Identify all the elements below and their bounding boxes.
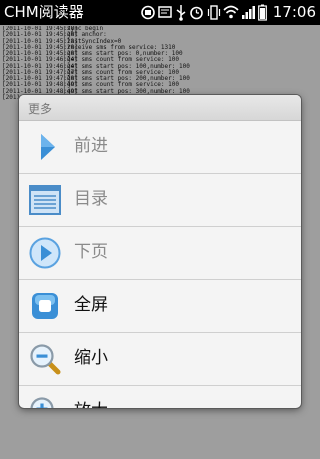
app-title: CHM阅读器 (4, 3, 84, 21)
menu-header: 更多 (19, 95, 301, 121)
usb-icon (176, 5, 186, 21)
status-bar: CHM阅读器 17:06 (0, 0, 320, 25)
sms-icon (158, 6, 172, 18)
wifi-icon (223, 5, 239, 19)
signal-icon (242, 6, 255, 19)
clock: 17:06 (272, 3, 316, 21)
more-menu-dialog: 更多 前进 目录 下页 全屏 缩小 (19, 95, 301, 408)
menu-item-zoom-out[interactable]: 缩小 (19, 333, 301, 386)
menu-item-toc[interactable]: 目录 (19, 174, 301, 227)
menu-item-label: 缩小 (74, 348, 108, 368)
menu-item-label: 目录 (74, 189, 108, 209)
next-page-icon (29, 237, 61, 269)
notification-icon (141, 5, 155, 20)
menu-item-label: 全屏 (74, 295, 108, 315)
fullscreen-icon (32, 293, 58, 319)
menu-item-label: 放大 (74, 400, 108, 408)
menu-item-fullscreen[interactable]: 全屏 (19, 280, 301, 333)
zoom-in-icon (30, 397, 54, 408)
menu-item-label: 前进 (74, 136, 108, 156)
menu-item-zoom-in[interactable]: 放大 (19, 386, 301, 408)
menu-header-title: 更多 (28, 102, 53, 116)
menu-item-label: 下页 (74, 242, 108, 262)
vibrate-icon (207, 5, 221, 20)
alarm-icon (190, 6, 203, 20)
menu-item-forward[interactable]: 前进 (19, 121, 301, 174)
forward-arrow-icon (41, 134, 55, 160)
toc-list-icon (29, 185, 61, 215)
battery-icon (258, 4, 267, 21)
zoom-out-icon (30, 344, 61, 375)
menu-item-next-page[interactable]: 下页 (19, 227, 301, 280)
